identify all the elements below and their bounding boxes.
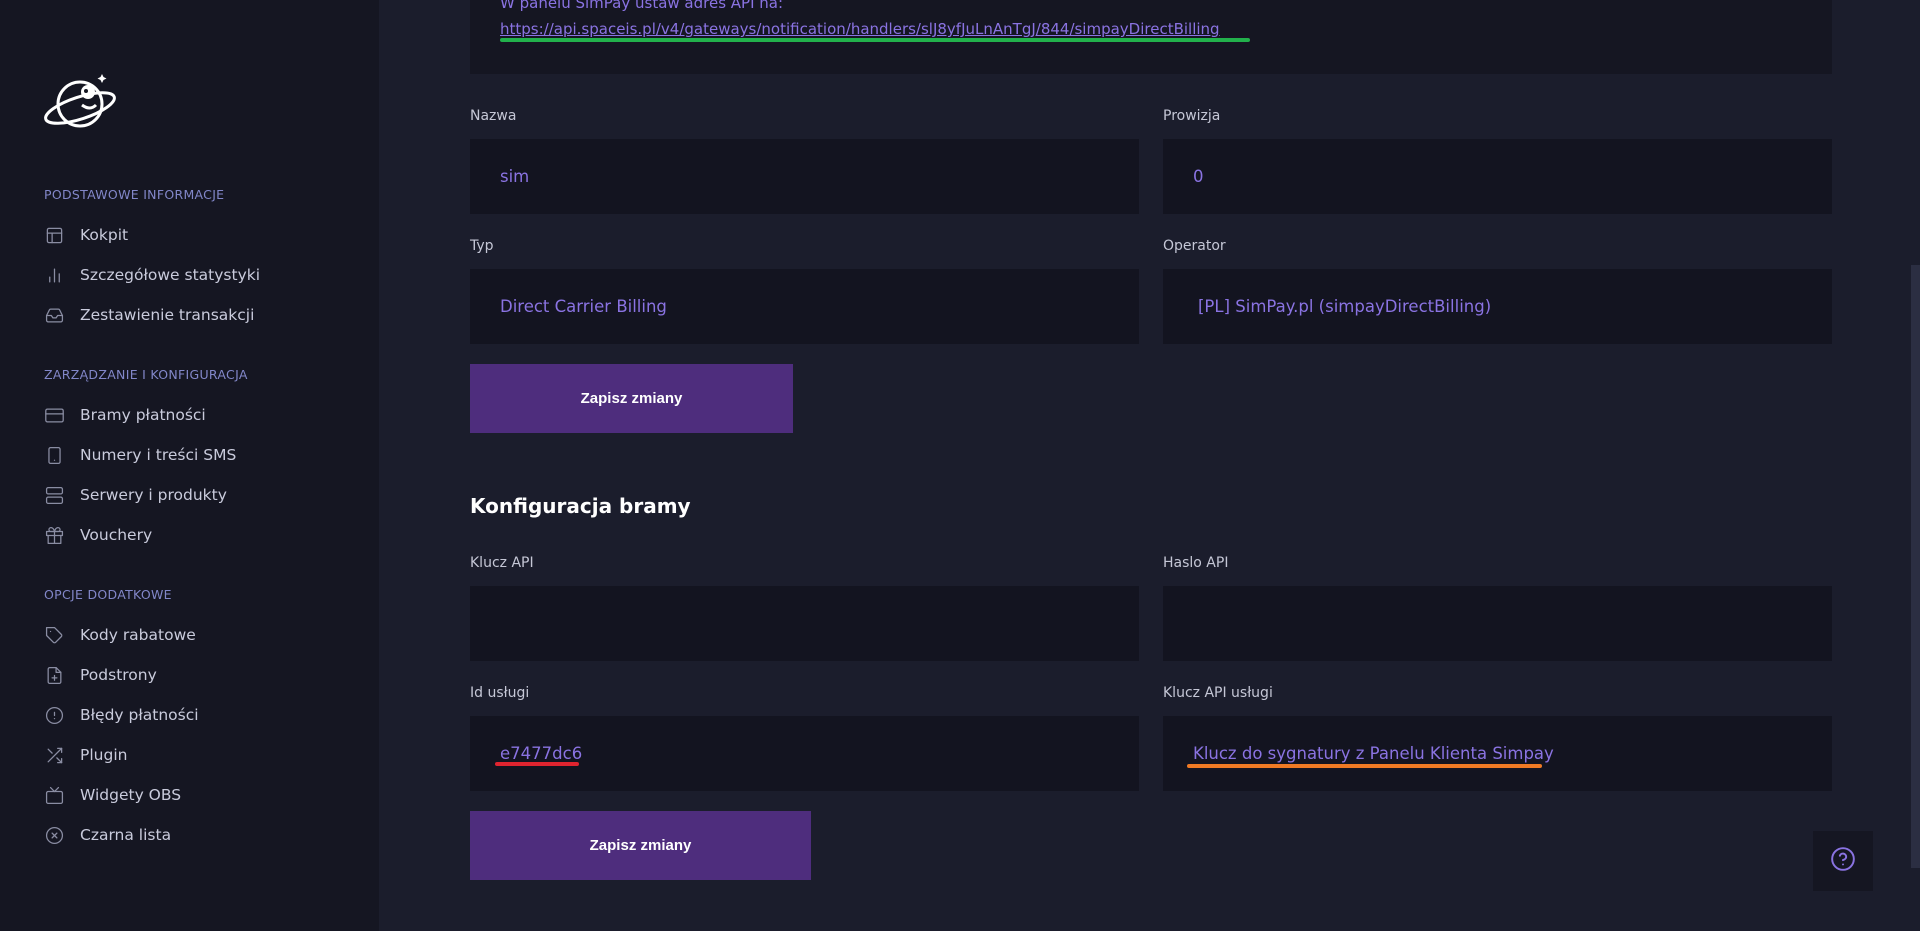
type-value: Direct Carrier Billing — [500, 297, 667, 316]
sidebar-item-bledy[interactable]: Błędy płatności — [44, 702, 344, 728]
type-label: Typ — [470, 238, 494, 254]
credit-card-icon — [44, 405, 64, 425]
api-key-label: Klucz API — [470, 555, 534, 571]
sidebar-item-label: Bramy płatności — [80, 406, 206, 424]
sidebar-item-serwery[interactable]: Serwery i produkty — [44, 482, 344, 508]
smartphone-icon — [44, 445, 64, 465]
sidebar-item-label: Kody rabatowe — [80, 626, 196, 644]
sidebar-item-kody-rabatowe[interactable]: Kody rabatowe — [44, 622, 344, 648]
sidebar-item-label: Vouchery — [80, 526, 153, 544]
file-plus-icon — [44, 665, 64, 685]
sidebar-item-label: Kokpit — [80, 226, 129, 244]
annotation-underline-green — [500, 38, 1250, 42]
sidebar-item-sms[interactable]: Numery i treści SMS — [44, 442, 344, 468]
x-circle-icon — [44, 825, 64, 845]
sidebar-item-label: Zestawienie transakcji — [80, 306, 255, 324]
service-id-value: e7477dc6 — [500, 744, 583, 763]
name-label: Nazwa — [470, 108, 517, 124]
service-id-input[interactable]: e7477dc6 — [470, 716, 1139, 791]
layout-icon — [44, 225, 64, 245]
sidebar: PODSTAWOWE INFORMACJE Kokpit Szczegółowe… — [0, 0, 379, 931]
api-url-link[interactable]: https://api.spaceis.pl/v4/gateways/notif… — [500, 20, 1220, 38]
save-button[interactable]: Zapisz zmiany — [470, 364, 793, 433]
service-api-key-value: Klucz do sygnatury z Panelu Klienta Simp… — [1193, 744, 1554, 763]
tv-icon — [44, 785, 64, 805]
commission-value: 0 — [1193, 167, 1204, 186]
commission-label: Prowizja — [1163, 108, 1221, 124]
service-api-key-input[interactable]: Klucz do sygnatury z Panelu Klienta Simp… — [1163, 716, 1832, 791]
sidebar-item-label: Plugin — [80, 746, 128, 764]
gateway-config-heading: Konfiguracja bramy — [470, 494, 691, 518]
server-icon — [44, 485, 64, 505]
service-api-key-label: Klucz API usługi — [1163, 685, 1273, 701]
sidebar-item-label: Błędy płatności — [80, 706, 199, 724]
section-title-extra: OPCJE DODATKOWE — [44, 587, 172, 602]
sidebar-item-label: Podstrony — [80, 666, 157, 684]
tag-icon — [44, 625, 64, 645]
sidebar-item-vouchery[interactable]: Vouchery — [44, 522, 344, 548]
type-select[interactable]: Direct Carrier Billing — [470, 269, 1139, 344]
service-id-label: Id usługi — [470, 685, 530, 701]
sidebar-item-label: Serwery i produkty — [80, 486, 227, 504]
sidebar-item-podstrony[interactable]: Podstrony — [44, 662, 344, 688]
question-circle-icon — [1830, 846, 1856, 876]
annotation-underline-red — [495, 762, 579, 766]
planet-logo-icon[interactable] — [42, 70, 118, 134]
commission-field[interactable]: 0 — [1163, 139, 1832, 214]
operator-label: Operator — [1163, 238, 1226, 254]
sidebar-item-statystyki[interactable]: Szczegółowe statystyki — [44, 262, 344, 288]
shuffle-icon — [44, 745, 64, 765]
name-field[interactable]: sim — [470, 139, 1139, 214]
sidebar-item-transakcje[interactable]: Zestawienie transakcji — [44, 302, 344, 328]
sidebar-item-label: Numery i treści SMS — [80, 446, 237, 464]
api-info-box: W panelu SimPay ustaw adres API na: http… — [470, 0, 1832, 74]
sidebar-item-plugin[interactable]: Plugin — [44, 742, 344, 768]
inbox-icon — [44, 305, 64, 325]
operator-value: [PL] SimPay.pl (simpayDirectBilling) — [1198, 297, 1492, 316]
gift-icon — [44, 525, 64, 545]
save-config-button[interactable]: Zapisz zmiany — [470, 811, 811, 880]
section-title-basic: PODSTAWOWE INFORMACJE — [44, 187, 225, 202]
sidebar-item-czarna-lista[interactable]: Czarna lista — [44, 822, 344, 848]
operator-select[interactable]: [PL] SimPay.pl (simpayDirectBilling) — [1163, 269, 1832, 344]
alert-circle-icon — [44, 705, 64, 725]
api-info-text: W panelu SimPay ustaw adres API na: — [500, 0, 784, 12]
sidebar-item-bramy[interactable]: Bramy płatności — [44, 402, 344, 428]
sidebar-item-label: Czarna lista — [80, 826, 172, 844]
help-button[interactable] — [1813, 831, 1873, 891]
api-password-label: Haslo API — [1163, 555, 1229, 571]
api-key-input[interactable] — [470, 586, 1139, 661]
sidebar-item-label: Widgety OBS — [80, 786, 182, 804]
name-value: sim — [500, 167, 530, 186]
scrollbar-thumb[interactable] — [1911, 265, 1920, 868]
annotation-underline-orange — [1187, 764, 1542, 768]
sidebar-item-label: Szczegółowe statystyki — [80, 266, 261, 284]
section-title-management: ZARZĄDZANIE I KONFIGURACJA — [44, 367, 248, 382]
api-password-input[interactable] — [1163, 586, 1832, 661]
sidebar-item-widgety[interactable]: Widgety OBS — [44, 782, 344, 808]
bar-chart-icon — [44, 265, 64, 285]
scrollbar[interactable] — [1911, 0, 1920, 931]
sidebar-item-kokpit[interactable]: Kokpit — [44, 222, 344, 248]
